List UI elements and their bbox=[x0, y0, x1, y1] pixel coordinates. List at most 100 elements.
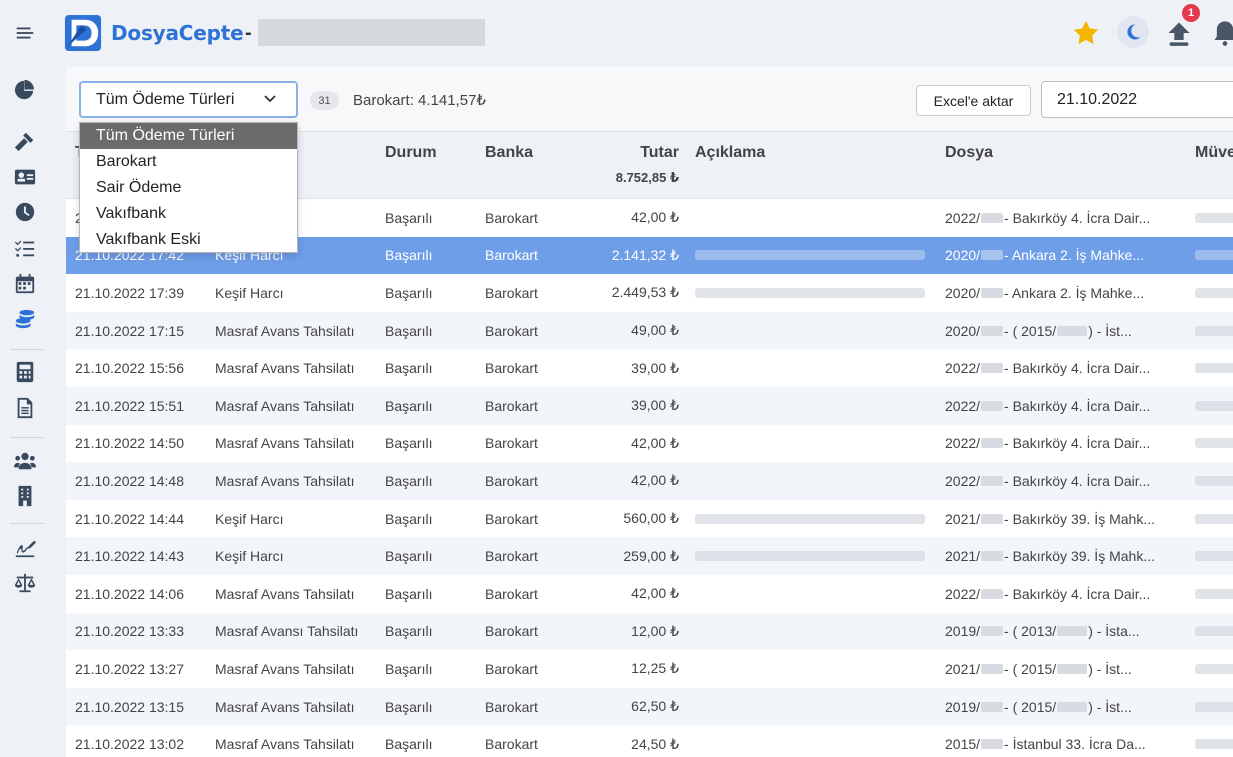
calendar-icon[interactable] bbox=[12, 271, 38, 297]
cell-type: Masraf Avansı Tahsilatı bbox=[215, 623, 359, 640]
column-description[interactable]: Açıklama bbox=[695, 144, 765, 162]
column-amount[interactable]: Tutar bbox=[566, 144, 679, 162]
file-tail: ) - İsta... bbox=[1088, 623, 1140, 640]
redacted-text bbox=[1195, 287, 1233, 298]
cell-date: 21.10.2022 15:51 bbox=[75, 397, 184, 414]
checklist-icon[interactable] bbox=[12, 235, 38, 261]
cell-type: Masraf Avans Tahsilatı bbox=[215, 472, 355, 489]
cell-amount: 42,00 ₺ bbox=[631, 585, 679, 602]
dropdown-option[interactable]: Tüm Ödeme Türleri bbox=[80, 123, 297, 149]
redacted-text bbox=[1195, 400, 1233, 411]
cell-client bbox=[1195, 688, 1233, 726]
redacted-text bbox=[981, 588, 1004, 599]
coins-icon[interactable] bbox=[12, 306, 38, 332]
cell-bank: Barokart bbox=[485, 360, 538, 377]
cell-file: 2021/ - ( 2015/ ) - İst... bbox=[945, 650, 1180, 688]
excel-export-button[interactable]: Excel'e aktar bbox=[916, 85, 1031, 116]
cell-date: 21.10.2022 14:06 bbox=[75, 585, 184, 602]
file-year: 2022/ bbox=[945, 585, 981, 602]
cell-amount: 49,00 ₺ bbox=[631, 322, 679, 339]
table-row[interactable]: 21.10.2022 14:44 Keşif Harcı Başarılı Barok… bbox=[66, 500, 1233, 538]
redacted-text bbox=[981, 739, 1004, 750]
file-court: - Ankara 2. İş Mahke... bbox=[1004, 247, 1145, 264]
menu-icon[interactable] bbox=[12, 20, 38, 46]
cell-date: 21.10.2022 14:44 bbox=[75, 510, 184, 527]
clock-icon[interactable] bbox=[12, 199, 38, 225]
cell-type: Keşif Harcı bbox=[215, 284, 284, 301]
redacted-text bbox=[1057, 701, 1088, 712]
cell-description bbox=[695, 462, 930, 500]
cell-status: Başarılı bbox=[385, 548, 433, 565]
payment-type-dropdown: Tüm Ödeme Türleri Barokart Sair Ödeme Vakıf… bbox=[79, 122, 298, 253]
date-field[interactable]: 21.10.2022 bbox=[1041, 81, 1233, 118]
document-icon[interactable] bbox=[12, 395, 38, 421]
moon-icon[interactable] bbox=[1117, 16, 1149, 48]
cell-description bbox=[695, 349, 930, 387]
cell-bank: Barokart bbox=[485, 247, 538, 264]
cell-type: Masraf Avans Tahsilatı bbox=[215, 322, 355, 339]
file-court: - Ankara 2. İş Mahke... bbox=[1004, 284, 1145, 301]
column-bank[interactable]: Banka bbox=[485, 144, 533, 162]
table-row[interactable]: 21.10.2022 14:48 Masraf Avans Tahsilatı Ba… bbox=[66, 462, 1233, 500]
file-court: - Bakırköy 4. İcra Dair... bbox=[1004, 209, 1151, 226]
dropdown-option[interactable]: Vakıfbank Eski bbox=[80, 227, 297, 253]
redacted-text bbox=[1057, 663, 1088, 674]
table-row[interactable]: 21.10.2022 14:06 Masraf Avans Tahsilatı Ba… bbox=[66, 575, 1233, 613]
table-row[interactable]: 21.10.2022 15:56 Masraf Avans Tahsilatı Ba… bbox=[66, 349, 1233, 387]
table-row[interactable]: 21.10.2022 17:39 Keşif Harcı Başarılı Barok… bbox=[66, 274, 1233, 312]
file-court: - ( 2013/ bbox=[1004, 623, 1057, 640]
cell-client bbox=[1195, 425, 1233, 463]
pie-chart-icon[interactable] bbox=[12, 77, 38, 103]
cell-status: Başarılı bbox=[385, 698, 433, 715]
gavel-icon[interactable] bbox=[12, 128, 38, 154]
redacted-text bbox=[1195, 701, 1233, 712]
cell-status: Başarılı bbox=[385, 322, 433, 339]
cell-bank: Barokart bbox=[485, 698, 538, 715]
cell-file: 2022/ - Bakırköy 4. İcra Dair... bbox=[945, 462, 1180, 500]
id-card-icon[interactable] bbox=[12, 164, 38, 190]
cell-status: Başarılı bbox=[385, 284, 433, 301]
dropdown-option[interactable]: Vakıfbank bbox=[80, 201, 297, 227]
cell-bank: Barokart bbox=[485, 322, 538, 339]
star-icon[interactable] bbox=[1069, 16, 1103, 50]
redacted-text bbox=[981, 400, 1004, 411]
table-row[interactable]: 21.10.2022 13:02 Masraf Avans Tahsilatı Ba… bbox=[66, 725, 1233, 757]
cell-status: Başarılı bbox=[385, 360, 433, 377]
scale-icon[interactable] bbox=[12, 570, 38, 596]
table-row[interactable]: 21.10.2022 17:15 Masraf Avans Tahsilatı Ba… bbox=[66, 311, 1233, 350]
table-row[interactable]: 21.10.2022 13:15 Masraf Avans Tahsilatı Ba… bbox=[66, 687, 1233, 726]
file-year: 2022/ bbox=[945, 209, 981, 226]
column-status[interactable]: Durum bbox=[385, 144, 437, 162]
dropdown-option[interactable]: Barokart bbox=[80, 149, 297, 175]
table-row[interactable]: 21.10.2022 15:51 Masraf Avans Tahsilatı Ba… bbox=[66, 386, 1233, 425]
column-file[interactable]: Dosya bbox=[945, 144, 993, 162]
table-row[interactable]: 21.10.2022 14:50 Masraf Avans Tahsilatı Ba… bbox=[66, 425, 1233, 463]
cell-date: 21.10.2022 13:15 bbox=[75, 698, 184, 715]
file-year: 2022/ bbox=[945, 472, 981, 489]
signature-icon[interactable] bbox=[12, 535, 38, 561]
payment-type-select[interactable]: Tüm Ödeme Türleri bbox=[79, 81, 298, 118]
upload-icon[interactable]: 1 bbox=[1162, 4, 1200, 50]
table-body: 2s TahsilatıBaşarılıBarokart42,00 ₺2022/… bbox=[66, 199, 1233, 757]
table-row[interactable]: 21.10.2022 14:43 Keşif Harcı Başarılı Barok… bbox=[66, 537, 1233, 575]
table-row[interactable]: 21.10.2022 13:27 Masraf Avans Tahsilatı Ba… bbox=[66, 650, 1233, 688]
table-row[interactable]: 21.10.2022 13:33 Masraf Avansı Tahsilatı B… bbox=[66, 612, 1233, 651]
users-icon[interactable] bbox=[12, 448, 38, 474]
dropdown-option[interactable]: Sair Ödeme bbox=[80, 175, 297, 201]
file-court: - Bakırköy 4. İcra Dair... bbox=[1004, 472, 1151, 489]
cell-client bbox=[1195, 575, 1233, 613]
cell-description bbox=[695, 199, 930, 237]
file-court: - ( 2015/ bbox=[1004, 322, 1057, 339]
top-header: DosyaCepte - 1 bbox=[50, 0, 1233, 66]
cell-client bbox=[1195, 613, 1233, 651]
building-icon[interactable] bbox=[12, 483, 38, 509]
cell-amount: 39,00 ₺ bbox=[631, 359, 679, 376]
app-logo[interactable]: DosyaCepte bbox=[64, 14, 244, 52]
bell-icon[interactable] bbox=[1208, 16, 1233, 50]
amount-total: 8.752,85 ₺ bbox=[615, 170, 679, 185]
column-client[interactable]: Müve bbox=[1195, 144, 1233, 162]
cell-description bbox=[695, 537, 930, 575]
calculator-icon[interactable] bbox=[12, 359, 38, 385]
payment-type-selected: Tüm Ödeme Türleri bbox=[96, 90, 235, 108]
redacted-text bbox=[1195, 551, 1233, 562]
